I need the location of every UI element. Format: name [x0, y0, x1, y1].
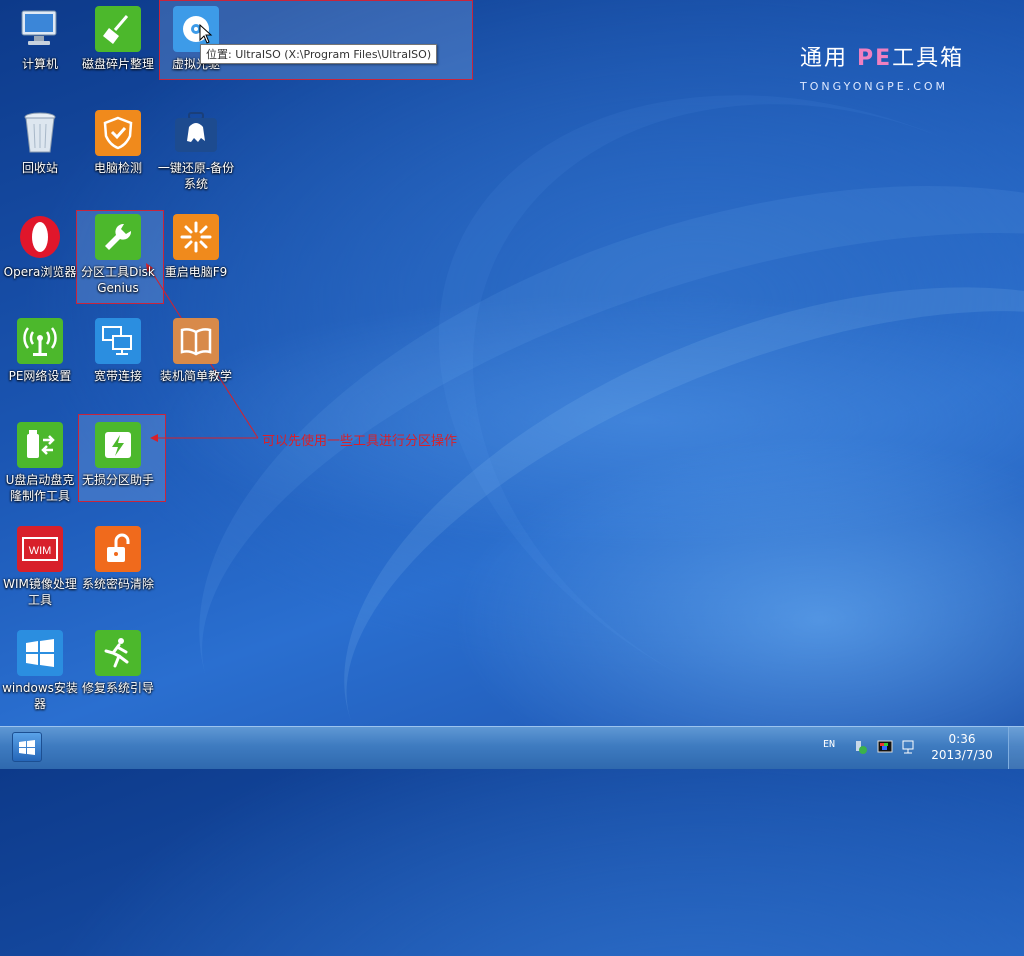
- opera-icon: [17, 214, 63, 260]
- start-button[interactable]: [12, 732, 42, 762]
- desktop-icon-computer[interactable]: 计算机: [0, 2, 80, 72]
- brand-title-suffix: 工具箱: [892, 46, 965, 71]
- desktop-icon-label: 电脑检测: [93, 161, 142, 175]
- language-indicator[interactable]: EN: [823, 739, 835, 750]
- desktop-icon-diskgenius[interactable]: 分区工具DiskGenius: [78, 210, 158, 296]
- desktop-icon-label: 分区工具DiskGenius: [81, 265, 155, 295]
- broom-icon: [95, 6, 141, 52]
- clock-date: 2013/7/30: [931, 748, 993, 762]
- windows-logo-icon: [19, 739, 35, 755]
- desktop-icon-password-clear[interactable]: 系统密码清除: [78, 522, 158, 592]
- desktop-icon-label: 无损分区助手: [81, 473, 154, 487]
- brand-title-prefix: 通用: [800, 46, 857, 71]
- desktop-icon-label: 回收站: [21, 161, 58, 175]
- desktop-icon-label: Opera浏览器: [3, 265, 77, 279]
- desktop-icon-usb-tool[interactable]: U盘启动盘克隆制作工具: [0, 418, 80, 504]
- desktop-icon-boot-repair[interactable]: 修复系统引导: [78, 626, 158, 696]
- desktop-icon-tutorial[interactable]: 装机简单教学: [156, 314, 236, 384]
- desktop-icon-wim-tool[interactable]: WIM WIM镜像处理工具: [0, 522, 80, 608]
- desktop-icon-label: 系统密码清除: [81, 577, 154, 591]
- desktop-icon-pc-check[interactable]: 电脑检测: [78, 106, 158, 176]
- desktop-icon-defrag[interactable]: 磁盘碎片整理: [78, 2, 158, 72]
- desktop-icon-ghost-backup[interactable]: 一键还原-备份系统: [156, 106, 236, 192]
- brand-title-pe: PE: [857, 46, 893, 71]
- unlock-icon: [95, 526, 141, 572]
- system-clock[interactable]: 0:36 2013/7/30: [928, 731, 996, 763]
- computer-icon: [17, 6, 63, 52]
- desktop-icon-label: windows安装器: [2, 681, 78, 711]
- desktop-icon-pe-network[interactable]: PE网络设置: [0, 314, 80, 384]
- recycle-bin-icon: [17, 110, 63, 156]
- desktop-icon-label: U盘启动盘克隆制作工具: [5, 473, 75, 503]
- display-settings-icon[interactable]: [877, 739, 893, 755]
- shield-check-icon: [95, 110, 141, 156]
- network-status-icon[interactable]: [901, 739, 917, 755]
- wrench-icon: [95, 214, 141, 260]
- brand-subtitle: TONGYONGPE.COM: [800, 80, 949, 93]
- restart-burst-icon: [173, 214, 219, 260]
- windows-logo-icon: [17, 630, 63, 676]
- desktop-icon-label: PE网络设置: [8, 369, 72, 383]
- desktop-icon-label: 重启电脑F9: [164, 265, 228, 279]
- svg-text:WIM: WIM: [29, 545, 52, 557]
- desktop-icon-restart[interactable]: 重启电脑F9: [156, 210, 236, 280]
- desktop-icon-label: 计算机: [21, 57, 58, 71]
- desktop-icon-label: 修复系统引导: [81, 681, 154, 695]
- running-man-icon: [95, 630, 141, 676]
- ghost-briefcase-icon: [173, 110, 219, 156]
- icon-location-tooltip: 位置: UltraISO (X:\Program Files\UltraISO): [200, 44, 438, 64]
- network-monitors-icon: [95, 318, 141, 364]
- show-desktop-button[interactable]: [1008, 727, 1024, 769]
- antenna-icon: [17, 318, 63, 364]
- wim-icon: WIM: [17, 526, 63, 572]
- brand-logo: 通用 PE工具箱 TONGYONGPE.COM: [800, 40, 970, 93]
- brand-title: 通用 PE工具箱: [800, 40, 970, 72]
- mouse-cursor-icon: [199, 24, 213, 44]
- desktop: 计算机 回收站 Opera浏览器 PE网络设置 U盘启动盘克隆制作工具 WIM …: [0, 0, 1024, 956]
- desktop-icon-label: 磁盘碎片整理: [81, 57, 154, 71]
- desktop-icon-opera[interactable]: Opera浏览器: [0, 210, 80, 280]
- desktop-icon-label: 宽带连接: [93, 369, 142, 383]
- usb-icon: [17, 422, 63, 468]
- taskbar: EN 0:36 2013/7/30: [0, 726, 1024, 769]
- clock-time: 0:36: [948, 732, 976, 746]
- desktop-icon-recycle-bin[interactable]: 回收站: [0, 106, 80, 176]
- partition-bolt-icon: [95, 422, 141, 468]
- desktop-icon-label: WIM镜像处理工具: [3, 577, 77, 607]
- desktop-icon-windows-installer[interactable]: windows安装器: [0, 626, 80, 712]
- desktop-icon-label: 装机简单教学: [159, 369, 232, 383]
- desktop-icon-broadband[interactable]: 宽带连接: [78, 314, 158, 384]
- desktop-icon-partition-assistant[interactable]: 无损分区助手: [78, 418, 158, 488]
- annotation-text: 可以先使用一些工具进行分区操作: [262, 434, 458, 449]
- book-icon: [173, 318, 219, 364]
- desktop-icon-label: 一键还原-备份系统: [157, 161, 235, 191]
- usb-safe-remove-icon[interactable]: [852, 739, 868, 755]
